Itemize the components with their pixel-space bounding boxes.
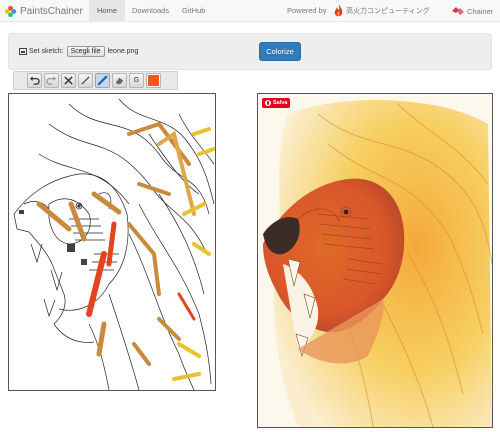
color-picker[interactable]: [146, 73, 161, 88]
grayscale-label: G: [133, 77, 140, 84]
lion-sketch-image: [13, 98, 215, 390]
flame-logo-icon: [334, 4, 343, 17]
chainer-link[interactable]: Chainer: [451, 2, 493, 20]
redo-icon[interactable]: [44, 73, 59, 88]
grayscale-icon[interactable]: G: [129, 73, 144, 88]
pen-icon[interactable]: [78, 73, 93, 88]
chainer-label: Chainer: [467, 6, 494, 16]
pinterest-icon: [265, 100, 271, 106]
save-label: Salva: [273, 100, 288, 106]
chainer-logo-icon: [452, 7, 464, 15]
picture-icon: [19, 48, 27, 55]
sketch-canvas[interactable]: [8, 93, 216, 391]
colorized-lion-image: [258, 94, 492, 427]
tab-github[interactable]: GitHub: [174, 0, 213, 22]
brand-name: PaintsChainer: [20, 5, 83, 17]
clear-icon[interactable]: [61, 73, 76, 88]
choose-file-button[interactable]: Scegli file: [66, 46, 105, 57]
brand-link[interactable]: PaintsChainer: [4, 2, 83, 20]
selected-color-swatch: [148, 75, 159, 86]
selected-file-name: leone.png: [107, 48, 139, 55]
set-sketch-row: Set sketch: Scegli file leone.png: [19, 46, 138, 57]
set-sketch-label: Set sketch:: [29, 48, 64, 55]
sketch-panel: Set sketch: Scegli file leone.png Colori…: [8, 33, 492, 70]
powered-by-label: Powered by: [287, 6, 327, 15]
undo-icon[interactable]: [27, 73, 42, 88]
paintschainer-logo-icon: [4, 5, 17, 17]
tab-home[interactable]: Home: [89, 0, 126, 22]
partner-link[interactable]: 高火力コンピューティング: [333, 2, 430, 20]
top-navbar: PaintsChainer Home Downloads GitHub Powe…: [0, 0, 500, 22]
eraser-icon[interactable]: [112, 73, 127, 88]
brush-icon[interactable]: [95, 73, 110, 88]
partner-name: 高火力コンピューティング: [346, 8, 430, 15]
drawing-toolbar: G: [13, 71, 178, 90]
pinterest-save-button[interactable]: Salva: [262, 98, 291, 108]
colorize-button[interactable]: Colorize: [259, 42, 301, 61]
tab-downloads[interactable]: Downloads: [124, 0, 177, 22]
result-canvas: Salva: [257, 93, 493, 428]
